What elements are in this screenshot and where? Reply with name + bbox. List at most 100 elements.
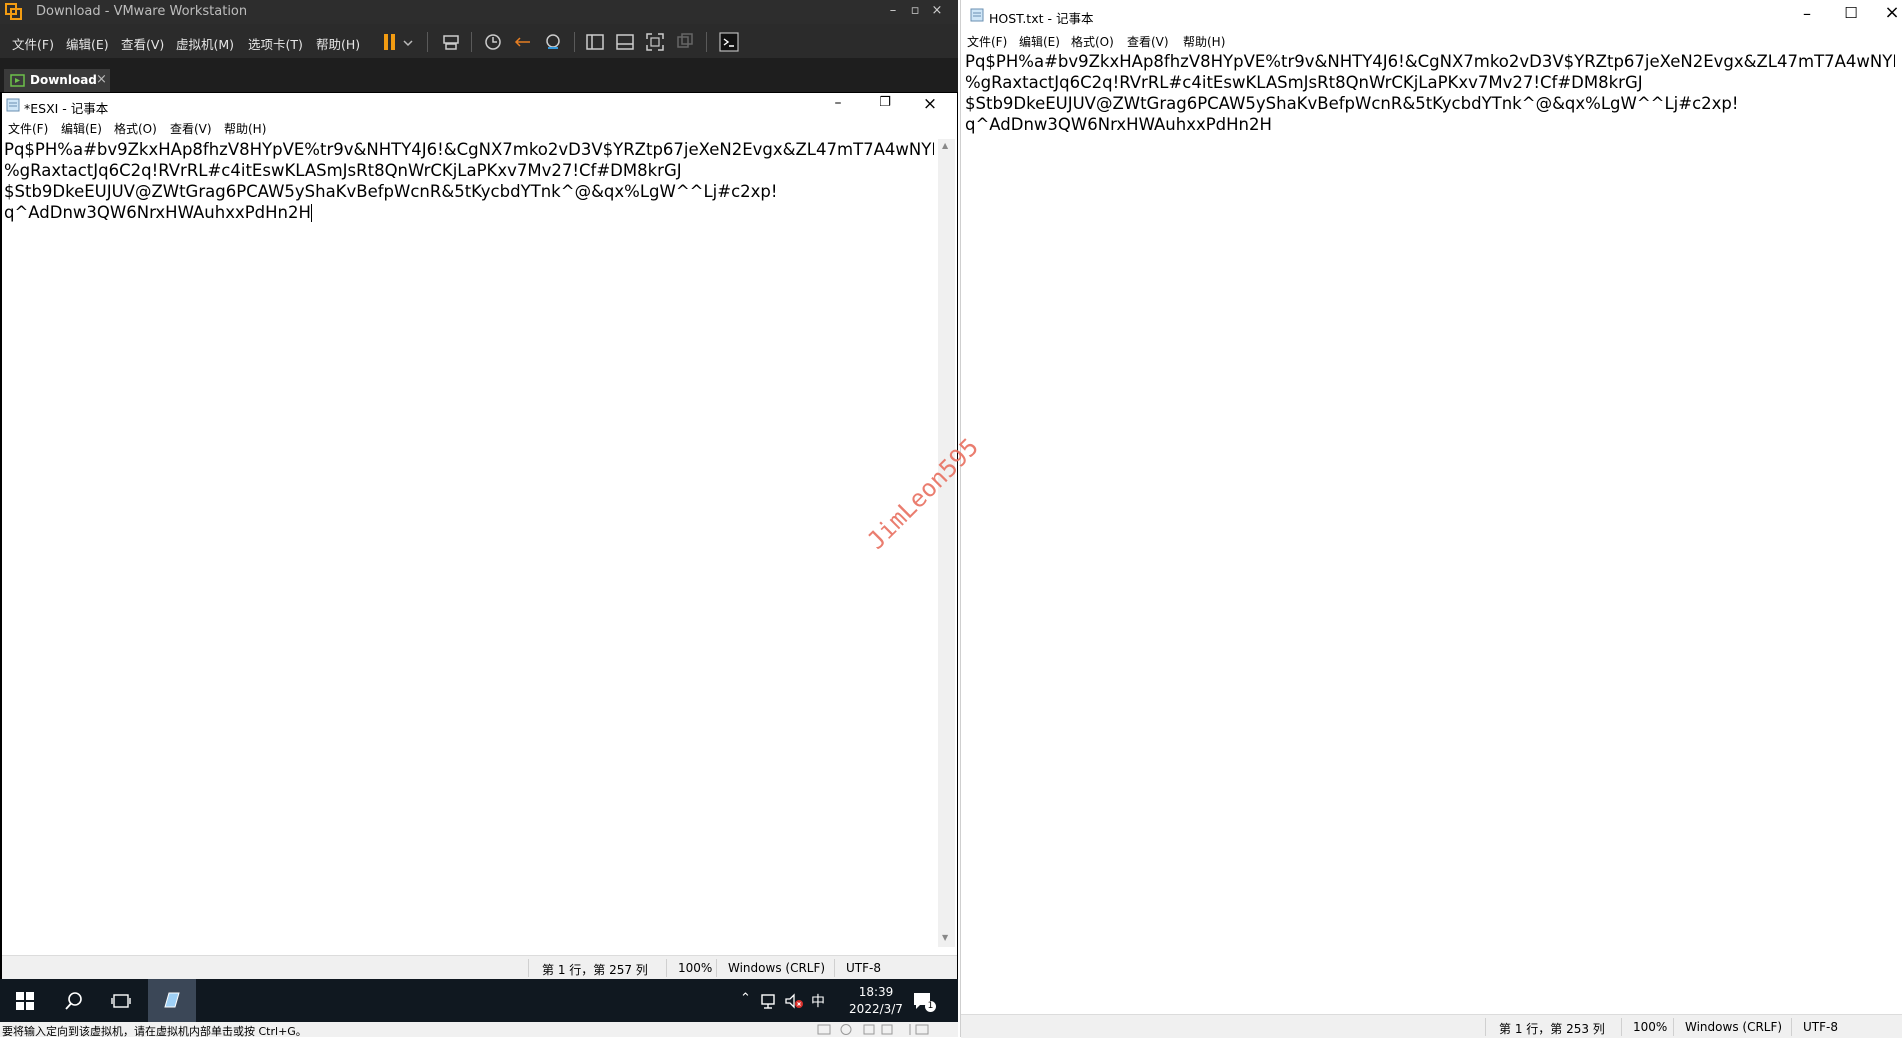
- vmware-window: Download - VMware Workstation – ▫ × 文件(F…: [0, 0, 958, 1037]
- console-view-icon[interactable]: [718, 31, 740, 53]
- menu-help[interactable]: 帮助(H): [224, 120, 266, 137]
- guest-notepad-title: *ESXI - 记事本: [24, 101, 109, 116]
- menu-tabs[interactable]: 选项卡(T): [248, 34, 303, 53]
- text-line: $Stb9DkeEUJUV@ZWtGrag6PCAW5yShaKvBefpWcn…: [965, 94, 1739, 113]
- minimize-button[interactable]: –: [828, 95, 848, 115]
- toolbar-separator: [471, 32, 472, 52]
- text-line: Pq$PH%a#bv9ZkxHAp8fhzV8HYpVE%tr9v&NHTY4J…: [4, 140, 934, 159]
- library-view-icon[interactable]: [584, 31, 606, 53]
- menu-help[interactable]: 帮助(H): [316, 34, 360, 53]
- thumbnail-view-icon[interactable]: [614, 31, 636, 53]
- zoom-level: 100%: [1633, 1020, 1668, 1034]
- tab-close-icon[interactable]: ×: [96, 72, 107, 87]
- toolbar-separator: [706, 32, 707, 52]
- menu-file[interactable]: 文件(F): [12, 34, 54, 53]
- menu-view[interactable]: 查看(V): [121, 34, 164, 53]
- host-notepad-window: HOST.txt - 记事本 – ☐ × 文件(F) 编辑(E) 格式(O) 查…: [960, 0, 1902, 1038]
- menu-file[interactable]: 文件(F): [967, 33, 1007, 50]
- tab-label: Download: [30, 73, 97, 87]
- menu-edit[interactable]: 编辑(E): [61, 120, 102, 137]
- chevron-down-icon[interactable]: [401, 31, 415, 53]
- menu-view[interactable]: 查看(V): [1127, 33, 1169, 50]
- minimize-button[interactable]: –: [1795, 4, 1819, 26]
- host-notepad-status-bar: 第 1 行，第 253 列 100% Windows (CRLF) UTF-8: [961, 1014, 1902, 1038]
- text-line: Pq$PH%a#bv9ZkxHAp8fhzV8HYpVE%tr9v&NHTY4J…: [965, 52, 1895, 71]
- unity-icon[interactable]: [674, 31, 696, 53]
- status-separator: [1791, 1018, 1792, 1036]
- close-button[interactable]: ×: [920, 94, 940, 114]
- menu-view[interactable]: 查看(V): [170, 120, 212, 137]
- menu-format[interactable]: 格式(O): [1071, 33, 1114, 50]
- text-line: q^AdDnw3QW6NrxHWAuhxxPdHn2H: [965, 115, 1272, 134]
- full-screen-icon[interactable]: [644, 31, 666, 53]
- guest-notepad-window: *ESXI - 记事本 – ❐ × 文件(F) 编辑(E) 格式(O) 查看(V…: [2, 93, 957, 980]
- network-icon[interactable]: [760, 992, 778, 1010]
- host-notepad-title: HOST.txt - 记事本: [989, 11, 1094, 26]
- encoding: UTF-8: [846, 961, 881, 975]
- show-hidden-icons-icon[interactable]: ⌃: [740, 991, 751, 1006]
- toolbar-separator: [427, 32, 428, 52]
- guest-notepad-menu-bar: 文件(F) 编辑(E) 格式(O) 查看(V) 帮助(H): [2, 117, 957, 137]
- menu-vm[interactable]: 虚拟机(M): [176, 34, 234, 53]
- restore-button[interactable]: ▫: [906, 2, 924, 20]
- taskbar-notepad-button[interactable]: [148, 979, 196, 1024]
- vertical-scrollbar[interactable]: ▲ ▼: [938, 139, 955, 947]
- task-view-icon[interactable]: [111, 992, 131, 1010]
- guest-taskbar: ⌃ 中 1: [0, 979, 958, 1024]
- text-line: $Stb9DkeEUJUV@ZWtGrag6PCAW5yShaKvBefpWcn…: [4, 182, 778, 201]
- guest-notepad-status-bar: 第 1 行，第 257 列 100% Windows (CRLF) UTF-8: [2, 955, 957, 980]
- snapshot-icon[interactable]: [482, 31, 504, 53]
- ime-indicator[interactable]: 中: [811, 991, 825, 1011]
- status-separator: [528, 959, 529, 977]
- scroll-up-icon[interactable]: ▲: [942, 141, 948, 150]
- line-ending: Windows (CRLF): [728, 961, 826, 975]
- toolbar-separator: [574, 32, 575, 52]
- tab-download[interactable]: Download ×: [4, 69, 110, 92]
- host-notepad-title-bar: HOST.txt - 记事本 – ☐ ×: [961, 0, 1902, 30]
- snapshot-manager-icon[interactable]: [542, 31, 564, 53]
- host-notepad-text-area[interactable]: Pq$PH%a#bv9ZkxHAp8fhzV8HYpVE%tr9v&NHTY4J…: [965, 51, 1895, 951]
- status-separator: [1621, 1018, 1622, 1036]
- status-separator: [1485, 1018, 1486, 1036]
- zoom-level: 100%: [678, 961, 713, 975]
- cursor-position: 第 1 行，第 257 列: [542, 963, 648, 977]
- text-caret: [310, 203, 312, 222]
- taskbar-clock[interactable]: 18:39 2022/3/7: [836, 984, 916, 1018]
- revert-snapshot-icon[interactable]: [512, 31, 534, 53]
- vmware-app-icon: [5, 3, 22, 20]
- host-notepad-menu-bar: 文件(F) 编辑(E) 格式(O) 查看(V) 帮助(H): [961, 30, 1902, 50]
- scroll-down-icon[interactable]: ▼: [942, 933, 948, 942]
- window-title: Download - VMware Workstation: [36, 4, 248, 19]
- windows-start-icon[interactable]: [16, 992, 34, 1010]
- restore-button[interactable]: ❐: [875, 95, 895, 115]
- guest-notepad-title-bar: *ESXI - 记事本 – ❐ ×: [2, 93, 957, 117]
- status-separator: [834, 959, 835, 977]
- vmware-status-message: 要将输入定向到该虚拟机，请在虚拟机内部单击或按 Ctrl+G。: [2, 1025, 307, 1037]
- menu-file[interactable]: 文件(F): [8, 120, 48, 137]
- menu-edit[interactable]: 编辑(E): [66, 34, 109, 53]
- vmware-menu-bar: 文件(F) 编辑(E) 查看(V) 虚拟机(M) 选项卡(T) 帮助(H): [0, 24, 958, 58]
- send-keys-icon[interactable]: [440, 31, 462, 53]
- status-separator: [716, 959, 717, 977]
- minimize-button[interactable]: –: [884, 2, 902, 20]
- search-icon[interactable]: [64, 991, 84, 1011]
- close-button[interactable]: ×: [1881, 2, 1902, 26]
- clock-date: 2022/3/7: [849, 1002, 903, 1016]
- menu-edit[interactable]: 编辑(E): [1019, 33, 1060, 50]
- vm-tab-strip: [0, 58, 958, 92]
- guest-notepad-text-area[interactable]: Pq$PH%a#bv9ZkxHAp8fhzV8HYpVE%tr9v&NHTY4J…: [4, 139, 934, 939]
- menu-format[interactable]: 格式(O): [114, 120, 157, 137]
- clock-time: 18:39: [858, 985, 894, 999]
- maximize-button[interactable]: ☐: [1839, 4, 1863, 26]
- notepad-icon: [6, 98, 20, 112]
- line-ending: Windows (CRLF): [1685, 1020, 1783, 1034]
- text-line: q^AdDnw3QW6NrxHWAuhxxPdHn2H: [4, 203, 311, 222]
- pause-icon[interactable]: [380, 31, 402, 53]
- device-status-icons[interactable]: [816, 1023, 946, 1036]
- notepad-icon: [970, 8, 984, 22]
- status-separator: [1673, 1018, 1674, 1036]
- notepad-icon: [164, 992, 180, 1008]
- volume-muted-icon[interactable]: [784, 992, 804, 1010]
- close-button[interactable]: ×: [928, 2, 946, 20]
- menu-help[interactable]: 帮助(H): [1183, 33, 1225, 50]
